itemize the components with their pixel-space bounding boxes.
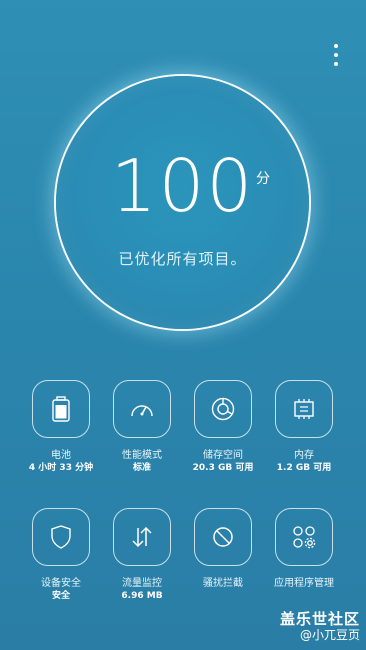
storage-icon [211,397,235,421]
score-unit: 分 [256,171,270,187]
tile-data-label: 流量监控 [122,578,162,589]
tile-memory[interactable]: 内存 1.2 GB 可用 [264,380,344,474]
tile-storage-value: 20.3 GB 可用 [192,462,254,473]
tile-memory-box [275,380,333,438]
tile-data-monitor[interactable]: 流量监控 6.96 MB [102,508,182,602]
shield-icon [51,525,71,549]
tile-spam-block[interactable]: 骚扰拦截 [183,508,263,591]
tile-storage-label: 储存空间 [203,450,243,461]
data-arrows-icon [132,526,152,548]
tile-memory-label: 内存 [294,450,314,461]
watermark-user: @小兀豆页 [299,627,360,642]
battery-icon [52,396,70,422]
tile-battery-box [32,380,90,438]
tile-security-label: 设备安全 [41,578,81,589]
tile-data-value: 6.96 MB [121,590,163,601]
more-vertical-icon [334,44,338,48]
tile-app-manager[interactable]: 应用程序管理 [264,508,344,591]
tile-memory-value: 1.2 GB 可用 [276,462,332,473]
optimization-score-circle[interactable]: 100 分 已优化所有项目。 [56,76,309,329]
more-dot [334,53,338,57]
community-watermark: 盖乐世社区 @小兀豆页 [280,610,360,642]
tile-battery-value: 4 小时 33 分钟 [28,462,94,473]
tile-security-value: 安全 [51,590,70,601]
tile-battery[interactable]: 电池 4 小时 33 分钟 [21,380,101,474]
tile-performance-mode[interactable]: 性能模式 标准 [102,380,182,474]
tile-performance-label: 性能模式 [122,450,162,461]
tile-data-box [113,508,171,566]
tile-battery-label: 电池 [51,450,71,461]
tile-storage-box [194,380,252,438]
score-value: 100 [110,144,255,228]
tile-device-security[interactable]: 设备安全 安全 [21,508,101,602]
tile-performance-box [113,380,171,438]
more-options-button[interactable] [326,44,346,66]
block-icon [213,527,233,547]
tile-security-box [32,508,90,566]
tile-storage[interactable]: 储存空间 20.3 GB 可用 [183,380,263,474]
tile-performance-value: 标准 [132,462,151,473]
more-dot [334,62,338,66]
speedometer-icon [131,405,153,417]
tile-block-box [194,508,252,566]
tile-block-label: 骚扰拦截 [203,578,243,589]
memory-chip-icon [294,399,314,419]
watermark-title: 盖乐世社区 [279,609,360,628]
tile-apps-label: 应用程序管理 [274,578,334,589]
score-status: 已优化所有项目。 [118,250,247,268]
tile-apps-box [275,508,333,566]
apps-settings-icon [293,526,316,549]
